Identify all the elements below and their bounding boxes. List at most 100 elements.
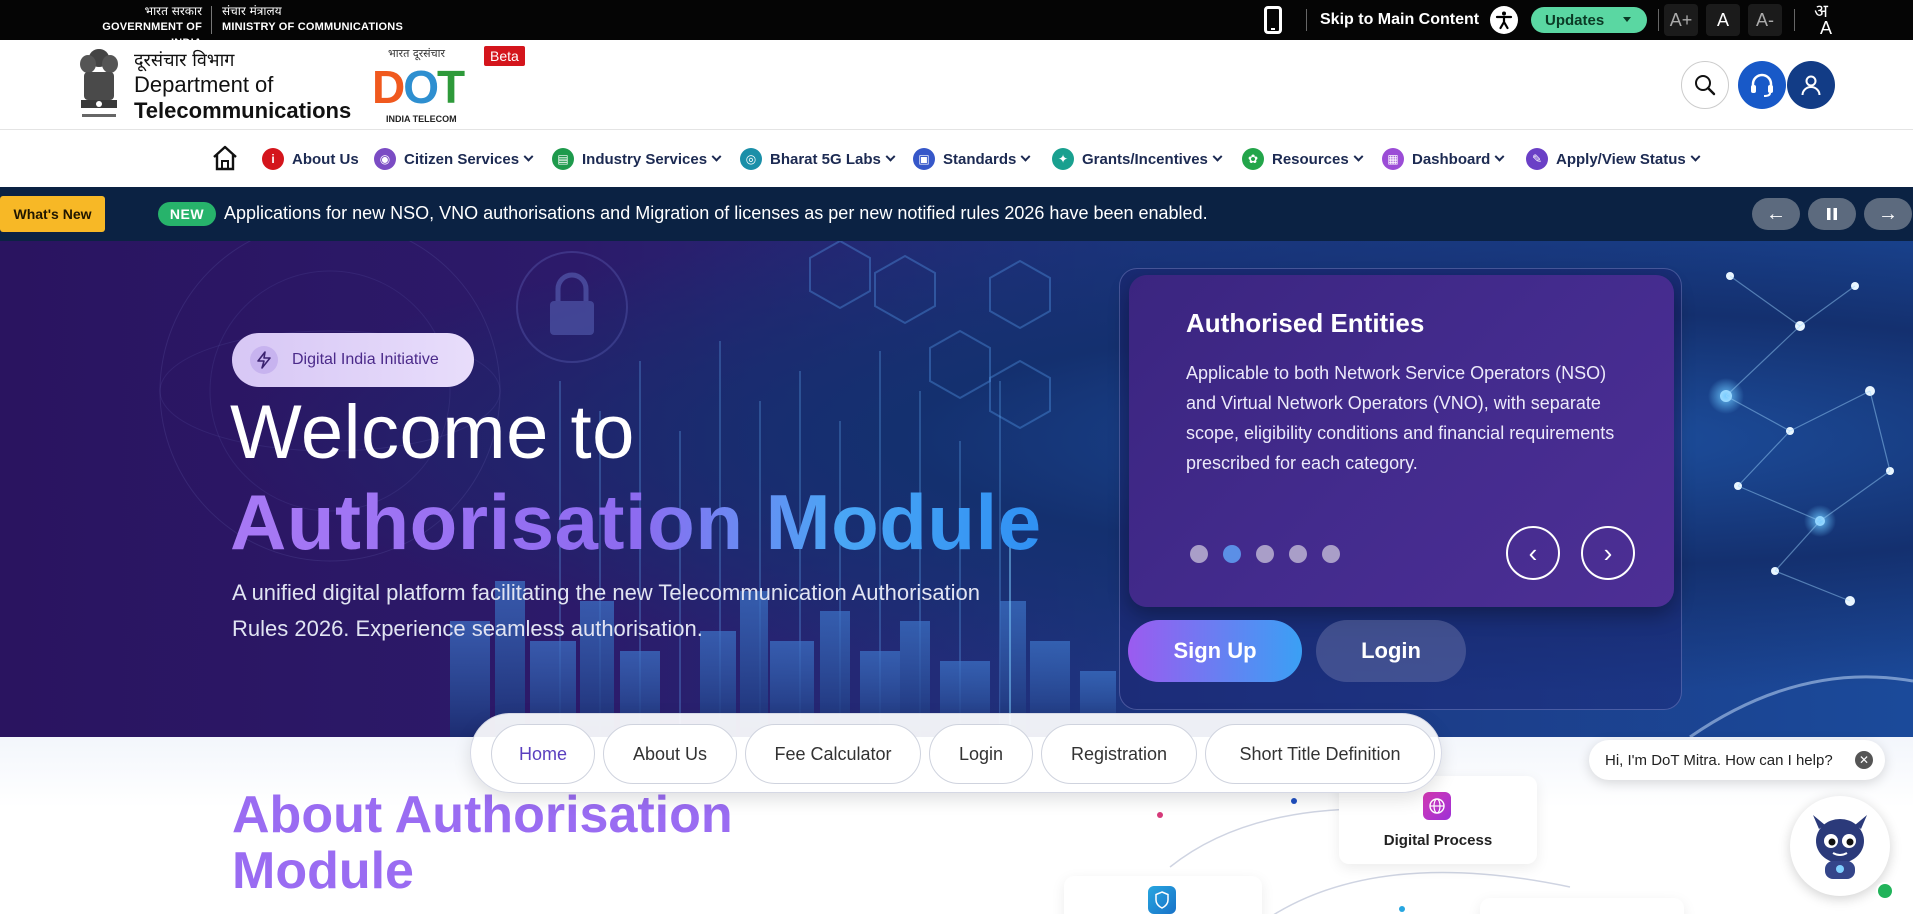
arrow-left-icon: ← [1766,202,1786,225]
headset-icon [1751,73,1773,97]
quick-link-fee-calculator[interactable]: Fee Calculator [745,724,921,784]
card-description: Applicable to both Network Service Opera… [1186,363,1615,473]
chevron-down-icon [885,151,896,162]
language-toggle[interactable]: अ A [1806,0,1836,40]
nav-industry-services[interactable]: ▤ Industry Services [552,131,722,187]
dot-logo-letters: DOT [372,61,465,113]
hero-banner: Digital India Initiative Welcome to Auth… [0,241,1913,737]
chevron-right-icon: › [1603,537,1613,568]
quick-link-registration[interactable]: Registration [1041,724,1197,784]
security-card [1064,876,1262,914]
nav-citizen-services[interactable]: ◉ Citizen Services [374,131,534,187]
font-decrease-button[interactable]: A- [1748,4,1782,36]
chevron-left-icon: ‹ [1528,537,1538,568]
process-card [1480,898,1684,914]
ticker-previous-button[interactable]: ← [1752,198,1800,230]
whats-new-button[interactable]: What's New [0,196,105,232]
resources-icon: ✿ [1242,148,1264,170]
carousel-next-button[interactable]: › [1581,526,1635,580]
gov-divider [211,6,212,34]
site-header: दूरसंचार विभाग Department of Telecommuni… [0,40,1913,130]
beta-badge: Beta [484,46,525,66]
search-button[interactable] [1681,61,1729,109]
user-icon [1801,75,1821,96]
new-badge: NEW [158,202,216,226]
sign-up-button[interactable]: Sign Up [1128,620,1302,682]
close-icon[interactable]: ✕ [1855,751,1873,769]
chevron-down-icon [1020,151,1031,162]
ticker-next-button[interactable]: → [1864,198,1912,230]
about-section-title: About Authorisation Module [232,786,733,900]
nav-resources[interactable]: ✿ Resources [1242,131,1364,187]
authorised-entities-card: Authorised Entities Applicable to both N… [1129,275,1674,607]
topbar-divider [1306,9,1307,31]
nav-dashboard[interactable]: ▦ Dashboard [1382,131,1505,187]
quick-link-login[interactable]: Login [929,724,1033,784]
info-icon: i [262,148,284,170]
topbar-divider [1658,9,1659,31]
card-title: Authorised Entities [1186,308,1425,338]
font-increase-button[interactable]: A+ [1664,4,1698,36]
hero-title-line-1: Welcome to [230,390,635,475]
ticker-headline[interactable]: Applications for new NSO, VNO authorisat… [224,203,1208,224]
topbar-divider [1794,9,1795,31]
chevron-down-icon [1353,151,1364,162]
lightning-icon [250,346,278,374]
online-status-indicator [1876,882,1894,900]
main-navigation: i About Us ◉ Citizen Services ▤ Industry… [0,131,1913,187]
carousel-dot-3[interactable] [1256,545,1274,563]
ticker-pause-button[interactable] [1808,198,1856,230]
chevron-down-icon [1494,151,1505,162]
carousel-previous-button[interactable]: ‹ [1506,526,1560,580]
news-ticker: What's New NEW Applications for new NSO,… [0,187,1913,241]
chatbot-greeting-text: Hi, I'm DoT Mitra. How can I help? [1605,751,1833,769]
chevron-down-icon [1212,151,1223,162]
shield-icon [1148,886,1176,914]
chevron-down-icon [1690,151,1701,162]
chatbot-launcher[interactable] [1790,796,1890,896]
digital-process-label: Digital Process [1383,832,1493,849]
globe-icon [1423,792,1451,820]
nav-about-us[interactable]: i About Us [262,131,359,187]
updates-dropdown[interactable]: Updates [1531,7,1647,33]
grants-icon: ✦ [1052,148,1074,170]
support-button[interactable] [1738,61,1786,109]
skip-to-main-content-link[interactable]: Skip to Main Content [1320,0,1479,40]
search-icon [1695,75,1716,96]
carousel-dot-2[interactable] [1223,545,1241,563]
quick-link-short-title-definition[interactable]: Short Title Definition [1205,724,1435,784]
hero-title-line-2: Authorisation Module [230,478,1042,566]
robot-mascot-icon [1813,815,1867,879]
hero-subtitle: A unified digital platform facilitating … [232,580,981,641]
dashboard-icon: ▦ [1382,148,1404,170]
user-account-button[interactable] [1787,61,1835,109]
national-emblem-icon [80,49,118,117]
mobile-app-icon[interactable] [1262,0,1284,40]
dot-india-telecom-logo[interactable]: भारत दूरसंचार DOT INDIA TELECOM [370,46,470,128]
quick-link-home[interactable]: Home [491,724,595,784]
apply-icon: ✎ [1526,148,1548,170]
lab-icon: ◎ [740,148,762,170]
quick-link-about-us[interactable]: About Us [603,724,737,784]
font-normal-button[interactable]: A [1706,4,1740,36]
carousel-dot-4[interactable] [1289,545,1307,563]
pause-icon [1827,208,1837,220]
digital-india-badge: Digital India Initiative [232,333,474,387]
standards-icon: ▣ [913,148,935,170]
hero-login-button[interactable]: Login [1316,620,1466,682]
department-name[interactable]: दूरसंचार विभाग Department of Telecommuni… [134,50,351,123]
accessibility-icon[interactable] [1489,0,1519,40]
quick-links-bar: Home About Us Fee Calculator Login Regis… [470,713,1442,793]
carousel-dot-1[interactable] [1190,545,1208,563]
arrow-right-icon: → [1878,202,1898,225]
carousel-dot-5[interactable] [1322,545,1340,563]
chatbot-greeting-bubble[interactable]: Hi, I'm DoT Mitra. How can I help? ✕ [1589,740,1885,780]
nav-bharat-5g-labs[interactable]: ◎ Bharat 5G Labs [740,131,896,187]
home-icon[interactable] [211,144,239,172]
nav-apply-view-status[interactable]: ✎ Apply/View Status [1526,131,1701,187]
nav-grants-incentives[interactable]: ✦ Grants/Incentives [1052,131,1223,187]
people-icon: ◉ [374,148,396,170]
chevron-down-icon [1623,17,1631,22]
lang-english-glyph: A [1819,18,1832,38]
nav-standards[interactable]: ▣ Standards [913,131,1031,187]
